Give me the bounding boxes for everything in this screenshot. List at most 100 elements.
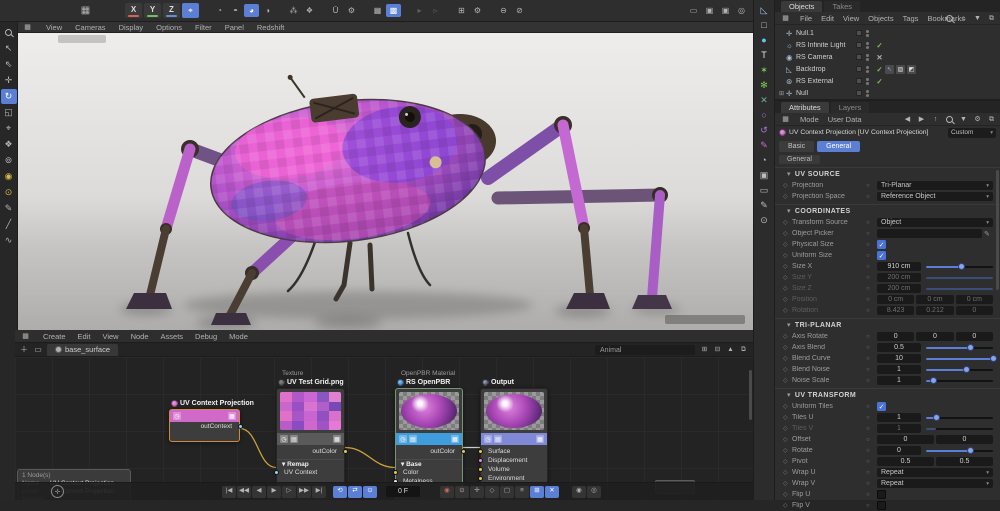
object-row[interactable]: ◉ RS Camera ✕ xyxy=(775,51,1000,63)
undock-icon[interactable]: ⊟ xyxy=(712,345,723,355)
node-graph-canvas[interactable]: 1 Node(s) NameUV Context ProjectionAsset… xyxy=(15,357,753,500)
om-menu-file[interactable]: File xyxy=(800,14,812,23)
grid-icon[interactable]: ▦ xyxy=(536,435,544,443)
output-port[interactable] xyxy=(237,424,243,429)
port-group-header[interactable]: ▾ Remap xyxy=(277,459,344,468)
value-field[interactable]: 0.212 xyxy=(916,306,954,315)
object-row[interactable]: ◺ Backdrop ✓ ↖ ▨ ◩ xyxy=(775,63,1000,75)
viewport-menu-redshift[interactable]: Redshift xyxy=(257,23,285,32)
value-field[interactable]: 200 cm xyxy=(877,284,921,293)
slider-tiles-u[interactable] xyxy=(926,413,993,422)
ne-menu-create[interactable]: Create xyxy=(43,332,66,341)
value-field[interactable]: 1 xyxy=(877,365,921,374)
workplane-settings-icon[interactable]: ⚙ xyxy=(470,4,485,17)
save-icon[interactable]: ▤ xyxy=(409,435,417,443)
save-icon[interactable]: ▤ xyxy=(494,435,502,443)
record-button[interactable]: ◉ xyxy=(440,485,454,498)
viewport-menu-display[interactable]: Display xyxy=(119,23,144,32)
render-visibility-dot[interactable] xyxy=(866,81,869,85)
texture-tag[interactable]: ◩ xyxy=(907,64,916,74)
render-visibility-dot[interactable] xyxy=(866,69,869,73)
checkbox-flip-u[interactable] xyxy=(877,490,886,499)
selection-filter-tool[interactable]: ⇖ xyxy=(1,57,17,72)
section-header-tri-planar[interactable]: TRI-PLANAR xyxy=(775,318,1000,331)
key-rotation-button[interactable]: ▢ xyxy=(500,485,514,498)
section-button-basic[interactable]: Basic xyxy=(779,140,815,152)
slider-knob[interactable] xyxy=(929,377,937,384)
clock-icon[interactable]: ◔ xyxy=(756,154,772,167)
pointer-tag[interactable]: ↖ xyxy=(885,64,894,74)
value-field[interactable]: 200 cm xyxy=(877,273,921,282)
material-tab[interactable]: base_surface xyxy=(47,343,119,356)
grid-icon[interactable]: ▦ xyxy=(451,435,459,443)
value-field[interactable]: 0 xyxy=(936,435,993,444)
new-window-icon[interactable]: ⧉ xyxy=(738,345,749,355)
keyframe-selection-button[interactable]: ✕ xyxy=(545,485,559,498)
tab-layers[interactable]: Layers xyxy=(830,102,870,113)
display-icon[interactable]: ▭ xyxy=(756,184,772,197)
ne-menu-debug[interactable]: Debug xyxy=(195,332,217,341)
ne-menu-assets[interactable]: Assets xyxy=(161,332,184,341)
filter-icon[interactable]: ▼ xyxy=(972,13,983,24)
slider-knob[interactable] xyxy=(966,344,974,351)
ne-menu-view[interactable]: View xyxy=(102,332,118,341)
viewport-menu-filter[interactable]: Filter xyxy=(195,23,212,32)
clock-icon[interactable]: ◷ xyxy=(399,435,407,443)
checkbox-physical-size[interactable]: ✓ xyxy=(877,240,886,249)
visibility-dots[interactable] xyxy=(866,41,869,49)
pin-icon[interactable]: ▲ xyxy=(725,345,736,355)
node-uv-context-projection[interactable]: UV Context Projection ◷ ▦ outContext xyxy=(169,400,254,442)
axis-lock-z[interactable]: Z xyxy=(163,3,180,18)
add-material-tab-button[interactable]: ＋ xyxy=(19,345,29,355)
value-field[interactable]: 0 xyxy=(877,446,921,455)
value-field[interactable]: 910 cm xyxy=(877,262,921,271)
slider-knob[interactable] xyxy=(963,366,971,373)
om-hamburger-icon[interactable]: ▦ xyxy=(780,13,791,24)
panel-a-icon[interactable]: ▣ xyxy=(702,4,717,17)
object-row[interactable]: ⊞ ✛ Null xyxy=(775,87,1000,99)
editor-visibility-dot[interactable] xyxy=(866,41,869,45)
attr-menu-mode[interactable]: Mode xyxy=(800,115,819,124)
tab-attributes[interactable]: Attributes xyxy=(781,102,829,113)
ne-hamburger-icon[interactable]: ▦ xyxy=(20,331,31,342)
section-header-coordinates[interactable]: COORDINATES xyxy=(775,204,1000,217)
scale-tool[interactable]: ◱ xyxy=(1,105,17,120)
viewport-menu-view[interactable]: View xyxy=(46,23,62,32)
back-icon[interactable]: ◀ xyxy=(902,114,913,125)
ne-menu-edit[interactable]: Edit xyxy=(78,332,91,341)
pingpong-toggle[interactable]: ⇄ xyxy=(348,485,362,498)
layout-switch-icon[interactable]: ▦ xyxy=(78,4,93,17)
slider-knob[interactable] xyxy=(966,447,974,454)
picker-field[interactable] xyxy=(877,229,982,238)
editor-visibility-dot[interactable] xyxy=(866,77,869,81)
section-header-uv-source[interactable]: UV SOURCE xyxy=(775,167,1000,180)
slider-blend-noise[interactable] xyxy=(926,365,993,374)
coordinate-system-toggle[interactable]: ⌖ xyxy=(182,3,199,18)
input-port[interactable] xyxy=(477,458,483,463)
layer-toggle[interactable] xyxy=(856,78,862,84)
ne-menu-mode[interactable]: Mode xyxy=(229,332,248,341)
tab-objects[interactable]: Objects xyxy=(781,1,823,12)
magic-solo-icon[interactable]: Ū xyxy=(328,4,343,17)
brush-tool[interactable]: ◉ xyxy=(1,169,17,184)
editor-visibility-dot[interactable] xyxy=(866,29,869,33)
section-header-uv-transform[interactable]: UV TRANSFORM xyxy=(775,388,1000,401)
render-visibility-dot[interactable] xyxy=(866,93,869,97)
dropdown-wrap-v[interactable]: Repeat ▾ xyxy=(877,479,993,488)
play-button[interactable]: ▷ xyxy=(282,485,296,498)
search-icon[interactable] xyxy=(944,114,955,125)
render-queue-icon[interactable]: ❖ xyxy=(302,4,317,17)
expander-icon[interactable]: ⊞ xyxy=(779,90,786,97)
slider-size-y[interactable] xyxy=(926,273,993,282)
motext-icon[interactable]: T xyxy=(756,49,772,62)
points-mode-tool[interactable]: ⊚ xyxy=(1,153,17,168)
expand-icon[interactable]: ⧉ xyxy=(986,13,997,24)
slider-knob[interactable] xyxy=(957,263,965,270)
slider-tiles-v[interactable] xyxy=(926,424,993,433)
render-visibility-dot[interactable] xyxy=(866,33,869,37)
checkbox-flip-v[interactable] xyxy=(877,501,886,510)
dropdown-projection-space[interactable]: Reference Object ▾ xyxy=(877,192,993,201)
dropdown-projection[interactable]: Tri-Planar ▾ xyxy=(877,181,993,190)
layer-toggle[interactable] xyxy=(856,66,862,72)
value-field[interactable]: 0.5 xyxy=(877,457,934,466)
